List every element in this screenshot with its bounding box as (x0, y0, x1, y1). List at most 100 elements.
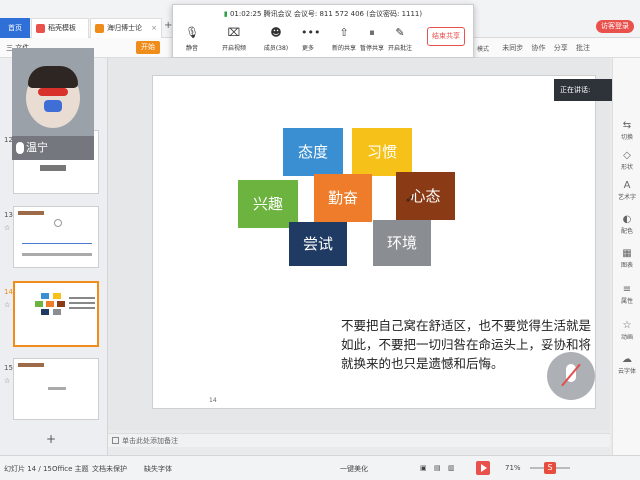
sidebar-item-animation[interactable]: ☆ 动画 (613, 320, 640, 341)
keyword-box[interactable]: 兴趣 (238, 180, 298, 228)
zoom-level[interactable]: 71% (505, 464, 521, 472)
keyword-box[interactable]: 习惯 (352, 128, 412, 176)
share-button[interactable]: 分享 (554, 44, 568, 52)
tab-label: 稻壳模板 (48, 24, 76, 32)
annotate-button[interactable]: ✎ 开启批注 (383, 26, 417, 52)
close-tab-icon[interactable]: × (151, 19, 157, 37)
input-method-icon[interactable]: S (544, 462, 556, 474)
palette-icon: ◐ (622, 214, 632, 225)
tab-home[interactable]: 首页 (0, 18, 30, 38)
thumb-graphic (18, 363, 44, 367)
mode-tab[interactable]: 模式 (477, 44, 489, 53)
chart-icon: ▦ (622, 248, 632, 259)
right-sidebar: ⇆ 切换 ◇ 形状 A 艺术字 ◐ 配色 ▦ 图表 ≡ 属性 ☆ 动画 ☁ 云字… (612, 58, 640, 455)
annotate-icon: ✎ (395, 26, 405, 39)
more-button[interactable]: ••• 更多 (291, 26, 325, 52)
slide-page-number: 14 (209, 397, 217, 404)
guest-login-button[interactable]: 访客登录 (596, 20, 634, 33)
star-icon[interactable]: ☆ (4, 224, 10, 232)
sidebar-label: 形状 (620, 164, 633, 171)
missing-font[interactable]: 缺失字体 (144, 464, 172, 474)
tab-presentation-file[interactable]: 海归博士论坛.pptx × (90, 18, 162, 50)
slide-14[interactable]: 态度 习惯 兴趣 勤奋 心态 尝试 环境 ➶ 不要把自己窝在舒适区，也不要觉得生… (152, 75, 596, 409)
sidebar-label: 动画 (620, 334, 633, 341)
sidebar-item-properties[interactable]: ≡ 属性 (613, 284, 640, 305)
normal-view-icon[interactable]: ▣ (420, 464, 427, 472)
floating-mute-button[interactable] (547, 352, 595, 400)
theme-name[interactable]: Office 主题 (52, 464, 89, 474)
start-video-button[interactable]: ⌧ 开启视频 (217, 26, 251, 52)
slide-thumbnail-13[interactable] (13, 206, 99, 268)
notes-bar[interactable]: 单击此处添加备注 (108, 433, 610, 447)
participant-name: 温宁 (12, 136, 94, 160)
meeting-toolbar: ▮ 01:02:25 腾讯会议 会议号: 811 572 406 (会议密码: … (172, 4, 474, 58)
thumb-graphic (22, 243, 92, 244)
properties-icon: ≡ (622, 284, 632, 295)
meeting-app-name: 腾讯会议 (263, 10, 292, 18)
mute-button[interactable]: 🎙︎ 静音 (175, 26, 209, 52)
mic-icon (16, 142, 24, 154)
share-new-icon: ⇧ (339, 26, 349, 39)
transition-icon: ⇆ (622, 120, 632, 131)
sidebar-item-palette[interactable]: ◐ 配色 (613, 214, 640, 235)
ribbon-right-group: 未同步 协作 分享 批注 (496, 43, 590, 53)
unsynced-button[interactable]: 未同步 (502, 44, 523, 52)
sidebar-item-shape[interactable]: ◇ 形状 (613, 150, 640, 171)
start-tab[interactable]: 开始 (136, 41, 160, 54)
thumb-graphic (48, 387, 66, 390)
keyword-box[interactable]: 尝试 (289, 222, 347, 266)
sidebar-label: 图表 (620, 262, 633, 269)
thumb-graphic (53, 309, 61, 315)
sidebar-item-transition[interactable]: ⇆ 切换 (613, 120, 640, 141)
sidebar-item-wordart[interactable]: A 艺术字 (613, 180, 640, 201)
keyword-box[interactable]: 态度 (283, 128, 343, 176)
star-icon[interactable]: ☆ (4, 377, 10, 385)
keyword-box[interactable]: 环境 (373, 220, 431, 266)
document-protection[interactable]: 文档未保护 (92, 464, 127, 474)
meeting-password: (会议密码: 1111) (366, 10, 423, 18)
members-button[interactable]: ☻ 成员(38) (259, 26, 293, 52)
status-bar: 幻灯片 14 / 15 Office 主题 文档未保护 缺失字体 一键美化 ▣ … (0, 455, 640, 480)
notes-icon (112, 437, 119, 444)
reading-view-icon[interactable]: ▥ (448, 464, 455, 472)
notes-placeholder: 单击此处添加备注 (122, 437, 178, 445)
thumb-graphic (54, 219, 62, 227)
tab-docer-templates[interactable]: 稻壳模板 (31, 18, 89, 38)
slide-number: 13 (4, 211, 13, 219)
thumb-graphic (41, 293, 49, 299)
video-off-icon: ⌧ (227, 26, 241, 39)
slide-thumbnail-15[interactable] (13, 358, 99, 420)
slide-thumbnail-14[interactable] (13, 281, 99, 347)
star-icon[interactable]: ☆ (4, 301, 10, 309)
add-slide-button[interactable]: + (46, 432, 56, 446)
more-icon: ••• (301, 26, 321, 39)
beautify-button[interactable]: 一键美化 (340, 464, 368, 474)
slideshow-play-button[interactable] (476, 461, 490, 475)
tool-label: 开启批注 (387, 45, 412, 52)
end-share-button[interactable]: 结束共享 (427, 27, 465, 46)
sidebar-item-cloud-font[interactable]: ☁ 云字体 (613, 354, 640, 375)
participant-hair (28, 66, 78, 88)
sorter-view-icon[interactable]: ▤ (434, 464, 441, 472)
thumb-graphic (57, 301, 65, 307)
tool-label: 开启视频 (221, 45, 246, 52)
ppt-file-icon (95, 24, 104, 33)
meeting-timer: 01:02:25 (229, 10, 262, 18)
members-icon: ☻ (270, 26, 282, 39)
sidebar-item-chart[interactable]: ▦ 图表 (613, 248, 640, 269)
slide-count: 幻灯片 14 / 15 (4, 465, 52, 473)
cloud-font-icon: ☁ (622, 354, 632, 365)
participant-video[interactable]: 温宁 (12, 48, 94, 160)
meeting-info: ▮ 01:02:25 腾讯会议 会议号: 811 572 406 (会议密码: … (173, 9, 473, 19)
sidebar-label: 艺术字 (617, 194, 636, 201)
thumb-graphic (22, 253, 92, 256)
keyword-box[interactable]: 勤奋 (314, 174, 372, 222)
tool-label: 新的共享 (331, 45, 356, 52)
sidebar-label: 切换 (620, 134, 633, 141)
tool-label: 静音 (185, 45, 198, 52)
comment-button[interactable]: 批注 (576, 44, 590, 52)
thumb-graphic (69, 297, 95, 299)
collaborate-button[interactable]: 协作 (532, 44, 546, 52)
sidebar-label: 配色 (620, 228, 633, 235)
shape-icon: ◇ (623, 150, 631, 161)
